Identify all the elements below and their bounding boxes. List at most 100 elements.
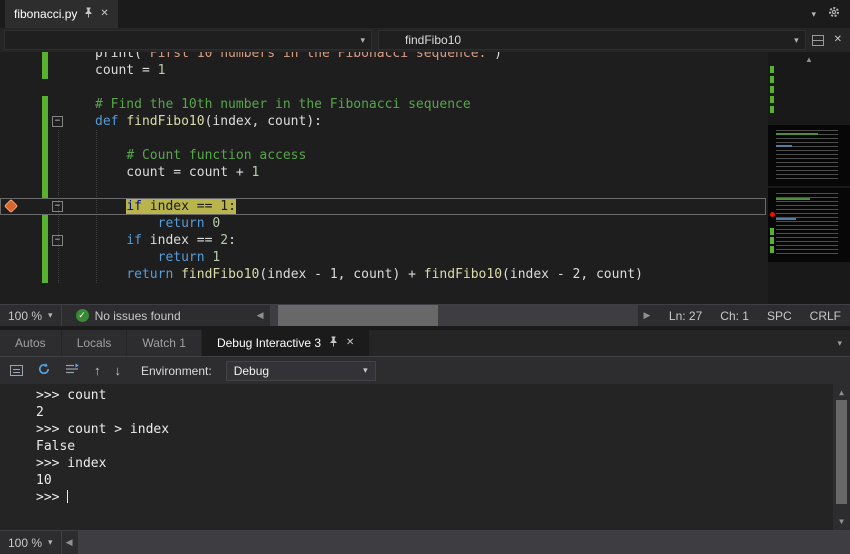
- editor-zoom-select[interactable]: 100 % ▾: [0, 305, 61, 326]
- spaces-indicator: SPC: [758, 309, 801, 323]
- code-text: return 1: [95, 250, 220, 265]
- chevron-down-icon: ▾: [788, 35, 805, 46]
- map-change-mark: [770, 228, 774, 235]
- map-change-mark: [770, 246, 774, 253]
- document-tab-fibonacci[interactable]: fibonacci.py ✕: [5, 0, 118, 28]
- column-indicator: Ch: 1: [711, 309, 758, 323]
- code-line[interactable]: count = count + 1: [0, 164, 766, 181]
- horizontal-scrollbar[interactable]: [270, 305, 638, 326]
- map-comment-line: [776, 198, 810, 200]
- vertical-scrollbar[interactable]: ▲ ▼: [833, 384, 850, 530]
- change-bar-indicator: [42, 249, 48, 266]
- map-preview-block: [768, 125, 850, 186]
- close-tab-icon[interactable]: ✕: [346, 338, 354, 348]
- vertical-scrollbar-thumb[interactable]: [836, 400, 847, 504]
- split-window-icon[interactable]: [812, 35, 824, 46]
- code-text: # Count function access: [95, 148, 306, 163]
- map-change-mark: [770, 66, 774, 73]
- health-check-icon[interactable]: ✓: [76, 309, 89, 322]
- pin-icon[interactable]: [329, 336, 338, 350]
- debug-interactive-console[interactable]: >>> count2>>> count > indexFalse>>> inde…: [0, 384, 850, 530]
- code-line[interactable]: return 1: [0, 249, 766, 266]
- panel-tab-watch-1[interactable]: Watch 1: [127, 330, 201, 356]
- breakpoint-icon[interactable]: [4, 199, 18, 213]
- code-text: if index == 2:: [95, 233, 236, 248]
- history-icon[interactable]: [65, 363, 80, 378]
- console-lines: >>> count2>>> count > indexFalse>>> inde…: [0, 384, 850, 506]
- console-line: >>> index: [36, 455, 850, 472]
- console-line: 10: [36, 472, 850, 489]
- caret-position-group: Ln: 27 Ch: 1 SPC CRLF: [660, 309, 850, 323]
- map-breakpoint-mark: [770, 212, 775, 217]
- code-line[interactable]: [0, 130, 766, 147]
- code-line[interactable]: return findFibo10(index - 1, count) + fi…: [0, 266, 766, 283]
- editor-zoom-value: 100 %: [8, 309, 42, 323]
- environment-dropdown[interactable]: Debug ▾: [226, 361, 376, 381]
- change-bar-indicator: [42, 164, 48, 181]
- change-bar-indicator: [42, 62, 48, 79]
- pin-icon[interactable]: [84, 7, 93, 21]
- change-bar-indicator: [42, 96, 48, 113]
- map-change-mark: [770, 106, 774, 113]
- reset-repl-icon[interactable]: [10, 365, 23, 376]
- code-line[interactable]: [0, 181, 766, 198]
- code-text: print("First 10 numbers in the Fibonacci…: [95, 52, 502, 61]
- code-line[interactable]: # Find the 10th number in the Fibonacci …: [0, 96, 766, 113]
- map-change-mark: [770, 237, 774, 244]
- map-code-texture: [776, 193, 838, 257]
- navigation-bar: ▾ findFibo10 ▾ ✕: [0, 28, 850, 52]
- editor-status-bar: 100 % ▾ ✓ No issues found ◀ ▶ Ln: 27 Ch:…: [0, 304, 850, 326]
- issues-status-text: No issues found: [95, 309, 181, 323]
- panel-tab-locals[interactable]: Locals: [62, 330, 127, 356]
- panel-menu-arrow-icon[interactable]: ▾: [837, 338, 850, 349]
- horizontal-scrollbar[interactable]: [78, 531, 850, 554]
- current-statement-line[interactable]: − if index == 1:: [0, 198, 766, 215]
- change-bar-indicator: [42, 130, 48, 147]
- fold-collapse-icon[interactable]: −: [52, 116, 63, 127]
- panel-tab-debug-interactive-3[interactable]: Debug Interactive 3✕: [202, 330, 369, 356]
- code-line[interactable]: return 0: [0, 215, 766, 232]
- scroll-up-icon[interactable]: ▲: [768, 55, 850, 64]
- chevron-down-icon: ▾: [354, 35, 371, 46]
- close-icon[interactable]: ✕: [830, 35, 846, 45]
- scroll-right-icon[interactable]: ▶: [640, 310, 655, 321]
- code-text: # Find the 10th number in the Fibonacci …: [95, 97, 471, 112]
- code-line[interactable]: # Count function access: [0, 147, 766, 164]
- close-tab-icon[interactable]: ✕: [100, 9, 108, 19]
- window-menu-arrow-icon[interactable]: ▾: [811, 9, 816, 20]
- scroll-up-icon[interactable]: ▲: [833, 388, 850, 397]
- scope-dropdown[interactable]: ▾: [4, 30, 372, 50]
- code-line[interactable]: [0, 79, 766, 96]
- member-dropdown-value: findFibo10: [405, 33, 461, 47]
- console-line: >>> count > index: [36, 421, 850, 438]
- code-text: return findFibo10(index - 1, count) + fi…: [95, 267, 643, 282]
- console-line: 2: [36, 404, 850, 421]
- horizontal-scrollbar-thumb[interactable]: [278, 305, 438, 326]
- code-lines: print("First 10 numbers in the Fibonacci…: [0, 52, 766, 283]
- member-dropdown[interactable]: findFibo10 ▾: [378, 30, 806, 50]
- titlebar-controls: ▾: [811, 0, 850, 28]
- code-line[interactable]: count = 1: [0, 62, 766, 79]
- code-text: def findFibo10(index, count):: [95, 114, 322, 129]
- map-code-texture: [776, 130, 838, 181]
- scroll-left-icon[interactable]: ◀: [62, 537, 77, 548]
- scrollbar-map[interactable]: ▲: [768, 52, 850, 304]
- gear-icon[interactable]: [828, 5, 840, 23]
- code-editor[interactable]: print("First 10 numbers in the Fibonacci…: [0, 52, 850, 304]
- code-line[interactable]: − if index == 2:: [0, 232, 766, 249]
- map-comment-line: [776, 133, 818, 135]
- panel-tab-autos[interactable]: Autos: [0, 330, 61, 356]
- panel-zoom-select[interactable]: 100 % ▾: [0, 531, 61, 554]
- change-bar-indicator: [42, 52, 48, 62]
- next-command-icon[interactable]: ↓: [115, 364, 122, 377]
- document-tab-label: fibonacci.py: [14, 7, 77, 21]
- previous-command-icon[interactable]: ↑: [94, 364, 101, 377]
- refresh-icon[interactable]: [37, 362, 51, 379]
- map-keyword-line: [776, 145, 792, 147]
- line-ending-indicator: CRLF: [801, 309, 850, 323]
- change-bar-indicator: [42, 232, 48, 249]
- scroll-left-icon[interactable]: ◀: [253, 310, 268, 321]
- scroll-down-icon[interactable]: ▼: [833, 517, 850, 526]
- code-line[interactable]: print("First 10 numbers in the Fibonacci…: [0, 52, 766, 62]
- code-line[interactable]: − def findFibo10(index, count):: [0, 113, 766, 130]
